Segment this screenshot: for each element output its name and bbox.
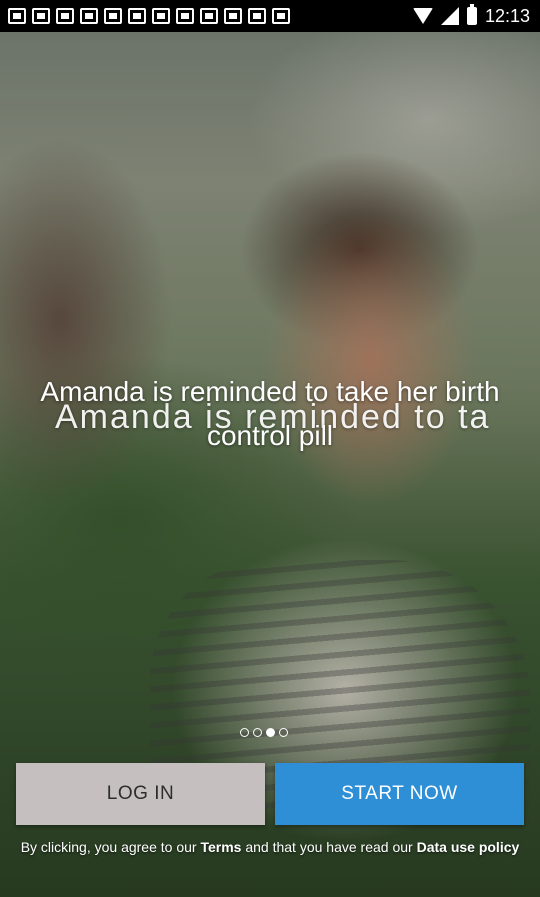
status-bar: 12:13 (0, 0, 540, 32)
signal-icon (440, 7, 459, 25)
data-use-policy-link[interactable]: Data use policy (417, 839, 520, 855)
notification-icon (224, 8, 242, 24)
notification-icon (200, 8, 218, 24)
legal-middle: and that you have read our (241, 839, 417, 855)
page-indicator (240, 728, 288, 737)
notification-icon (56, 8, 74, 24)
start-now-button[interactable]: START NOW (275, 763, 524, 825)
notification-icon (104, 8, 122, 24)
page-dot-active[interactable] (266, 728, 275, 737)
notification-icons (0, 8, 290, 24)
clock: 12:13 (484, 5, 530, 26)
notification-icon (152, 8, 170, 24)
notification-icon (128, 8, 146, 24)
notification-icon (176, 8, 194, 24)
page-dot[interactable] (240, 728, 249, 737)
notification-icon (248, 8, 266, 24)
notification-icon (272, 8, 290, 24)
status-indicators: 12:13 (412, 4, 540, 27)
notification-icon (32, 8, 50, 24)
page-dot[interactable] (279, 728, 288, 737)
wifi-icon (412, 8, 433, 24)
page-dot[interactable] (253, 728, 262, 737)
notification-icon (8, 8, 26, 24)
battery-icon (466, 4, 477, 25)
terms-link[interactable]: Terms (200, 839, 241, 855)
slide-caption: Amanda is reminded to take her birth con… (40, 376, 500, 451)
notification-icon (80, 8, 98, 24)
legal-prefix: By clicking, you agree to our (20, 839, 201, 855)
legal-notice: By clicking, you agree to our Terms and … (20, 838, 520, 856)
login-button[interactable]: LOG IN (16, 763, 265, 825)
